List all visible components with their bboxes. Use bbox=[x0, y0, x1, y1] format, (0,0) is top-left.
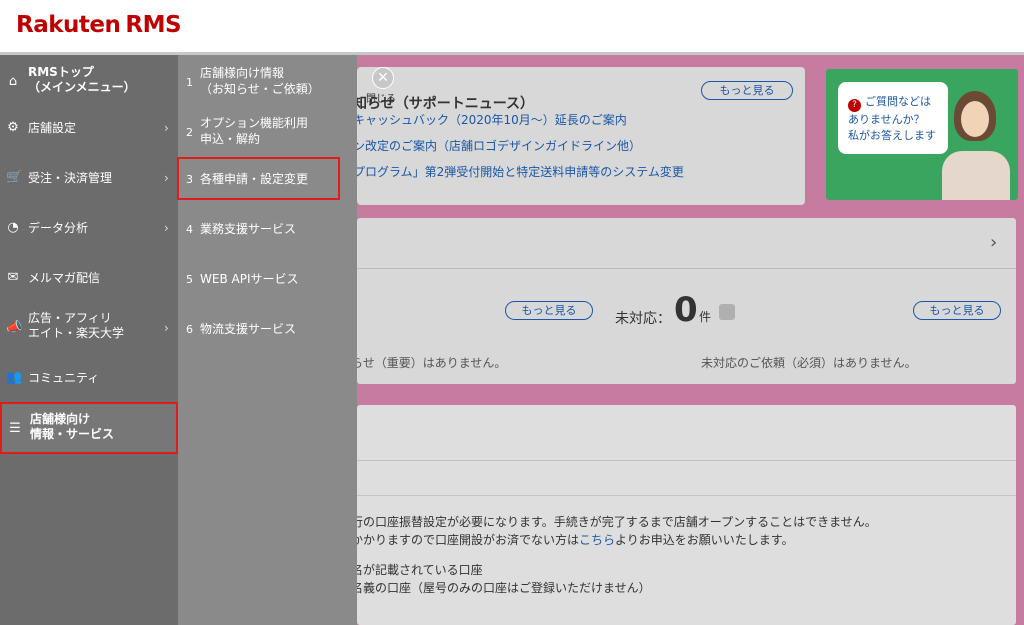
sidebar-item-label: 広告・アフィリ エイト・楽天大学 bbox=[28, 311, 125, 340]
close-label[interactable]: 閉じる bbox=[366, 90, 396, 105]
submenu-item-number: 5 bbox=[186, 273, 193, 286]
news-more-button[interactable]: もっと見る bbox=[701, 81, 793, 100]
chevron-right-icon: › bbox=[164, 121, 169, 135]
chevron-right-icon[interactable]: › bbox=[990, 232, 997, 253]
close-icon[interactable]: ✕ bbox=[372, 67, 394, 89]
submenu-item-number: 2 bbox=[186, 126, 193, 139]
submenu-item-label: 業務支援サービス bbox=[200, 222, 297, 236]
logo-product: RMS bbox=[125, 12, 182, 38]
megaphone-icon: 📣 bbox=[6, 320, 23, 335]
info-icon bbox=[719, 304, 735, 320]
pending-count: 0 bbox=[674, 290, 698, 330]
sidebar-item-label: コミュニティ bbox=[28, 371, 100, 385]
sidebar-item-store-settings[interactable]: ⚙ 店舗設定 › bbox=[0, 113, 178, 143]
help-bubble: ? ご質問などは ありませんか？ 私がお答えします bbox=[838, 82, 948, 154]
news-link-3[interactable]: プログラム」第2弾受付開始と特定送料申請等のシステム変更 bbox=[353, 163, 684, 180]
list-icon: ☰ bbox=[9, 421, 21, 436]
submenu-item-number: 6 bbox=[186, 323, 193, 336]
pie-chart-icon: ◔ bbox=[7, 220, 19, 235]
cart-icon: 🛒 bbox=[6, 170, 23, 185]
support-news-card: 知らせ（サポートニュース） もっと見る キャッシュバック（2020年10月〜）延… bbox=[353, 67, 805, 205]
assistant-avatar-face bbox=[961, 101, 989, 137]
news-link-1[interactable]: キャッシュバック（2020年10月〜）延長のご案内 bbox=[353, 111, 627, 128]
main-content: 知らせ（サポートニュース） もっと見る キャッシュバック（2020年10月〜）延… bbox=[351, 55, 1024, 625]
submenu-item-web-api[interactable]: 5 WEB APIサービス bbox=[178, 269, 357, 293]
app-header: Rakuten RMS bbox=[0, 0, 1024, 52]
question-icon: ? bbox=[848, 99, 861, 112]
gear-icon: ⚙ bbox=[7, 120, 19, 135]
help-assistant-card[interactable]: ? ご質問などは ありませんか？ 私がお答えします bbox=[826, 69, 1018, 200]
chevron-right-icon: › bbox=[164, 171, 169, 185]
requests-divider bbox=[357, 268, 1016, 269]
pending-more-button[interactable]: もっと見る bbox=[913, 301, 1001, 320]
chevron-right-icon: › bbox=[164, 221, 169, 235]
pending-unit: 件 bbox=[699, 310, 712, 324]
mail-icon: ✉ bbox=[7, 270, 19, 285]
sidebar-item-ads[interactable]: 📣 広告・アフィリ エイト・楽天大学 › bbox=[0, 305, 178, 347]
sidebar-nav: ⌂ RMSトップ （メインメニュー） ⚙ 店舗設定 › 🛒 受注・決済管理 › … bbox=[0, 55, 178, 625]
submenu-item-options[interactable]: 2 オプション機能利用 申込・解約 bbox=[178, 113, 357, 149]
submenu-item-label: WEB APIサービス bbox=[200, 272, 299, 286]
submenu-item-label: 店舗様向け情報 （お知らせ・ご依頼） bbox=[200, 66, 320, 96]
important-more-button[interactable]: もっと見る bbox=[505, 301, 593, 320]
sidebar-item-orders[interactable]: 🛒 受注・決済管理 › bbox=[0, 163, 178, 193]
account-line-1: 行の口座振替設定が必要になります。手続きが完了するまで店舗オープンすることはでき… bbox=[351, 515, 877, 529]
news-link-2[interactable]: ン改定のご案内（店舗ロゴデザインガイドライン他） bbox=[353, 137, 641, 154]
sidebar-item-community[interactable]: 👥 コミュニティ bbox=[0, 363, 178, 393]
sidebar-item-rms-top[interactable]: ⌂ RMSトップ （メインメニュー） bbox=[0, 61, 178, 101]
submenu-item-label: 物流支援サービス bbox=[200, 322, 297, 336]
help-line-3: 私がお答えします bbox=[848, 129, 936, 142]
help-line-1: ご質問などは bbox=[865, 95, 931, 108]
rakuten-rms-logo[interactable]: Rakuten RMS bbox=[16, 12, 182, 38]
account-divider-1 bbox=[357, 460, 1016, 461]
apply-link[interactable]: こちら bbox=[579, 533, 615, 547]
submenu-item-store-info[interactable]: 1 店舗様向け情報 （お知らせ・ご依頼） bbox=[178, 63, 357, 99]
requests-card: › もっと見る 未対応： 0 件 もっと見る らせ（重要）はありません。 未対応… bbox=[351, 218, 1016, 384]
submenu-item-number: 1 bbox=[186, 76, 193, 89]
sidebar-item-store-info[interactable]: ☰ 店舗様向け 情報・サービス bbox=[0, 402, 178, 454]
sidebar-item-label: データ分析 bbox=[28, 221, 89, 235]
assistant-avatar-body bbox=[942, 151, 1010, 200]
submenu-panel: 1 店舗様向け情報 （お知らせ・ご依頼） 2 オプション機能利用 申込・解約 3… bbox=[178, 55, 357, 625]
account-line-3: 名が記載されている口座 bbox=[351, 563, 483, 577]
help-line-2: ありませんか？ bbox=[848, 113, 925, 126]
chevron-right-icon: › bbox=[164, 321, 169, 335]
home-icon: ⌂ bbox=[8, 74, 18, 89]
submenu-item-label: オプション機能利用 申込・解約 bbox=[200, 116, 309, 146]
pending-label: 未対応： bbox=[615, 311, 671, 327]
highlight-box-applications bbox=[177, 157, 340, 200]
important-empty-text: らせ（重要）はありません。 bbox=[351, 356, 507, 370]
submenu-item-number: 4 bbox=[186, 223, 193, 236]
community-icon: 👥 bbox=[6, 370, 23, 385]
sidebar-item-analytics[interactable]: ◔ データ分析 › bbox=[0, 213, 178, 243]
pending-empty-text: 未対応のご依頼（必須）はありません。 bbox=[701, 356, 917, 370]
account-line-4: 名義の口座（屋号のみの口座はご登録いただけません） bbox=[351, 581, 651, 595]
account-line-2: かかりますので口座開設がお済でない方はこちらよりお申込をお願いいたします。 bbox=[351, 533, 794, 547]
sidebar-item-label: メルマガ配信 bbox=[28, 271, 101, 285]
account-divider-2 bbox=[357, 495, 1016, 496]
sidebar-item-label: RMSトップ （メインメニュー） bbox=[28, 65, 136, 94]
account-setup-card: 行の口座振替設定が必要になります。手続きが完了するまで店舗オープンすることはでき… bbox=[351, 405, 1016, 625]
sidebar-item-label: 店舗設定 bbox=[28, 121, 77, 135]
sidebar-item-newsletter[interactable]: ✉ メルマガ配信 bbox=[0, 263, 178, 293]
submenu-item-logistics[interactable]: 6 物流支援サービス bbox=[178, 319, 357, 343]
logo-brand: Rakuten bbox=[16, 12, 121, 38]
sidebar-item-label: 受注・決済管理 bbox=[28, 171, 113, 185]
sidebar-item-label: 店舗様向け 情報・サービス bbox=[30, 412, 115, 441]
submenu-item-business-support[interactable]: 4 業務支援サービス bbox=[178, 219, 357, 243]
